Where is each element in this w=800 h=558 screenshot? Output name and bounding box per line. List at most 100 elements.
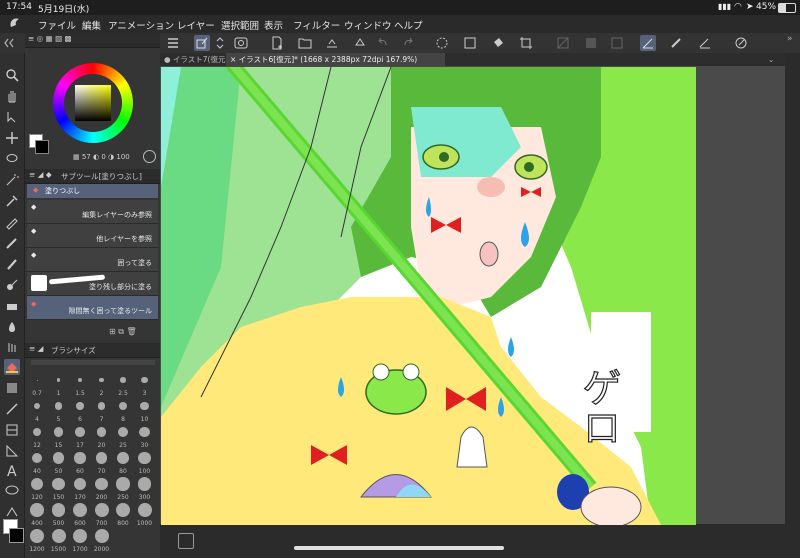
delete-subtool-icon[interactable]: 🗑 xyxy=(127,327,137,336)
panel-sub-color[interactable] xyxy=(35,140,49,154)
subtool-item-edit-layer-only[interactable]: ◆ 編集レイヤーのみ参照 xyxy=(27,200,158,224)
eraser-icon[interactable] xyxy=(4,298,20,314)
fill-icon[interactable] xyxy=(490,35,506,51)
expand-right-panel-icon[interactable]: » xyxy=(787,34,793,44)
brush-size-preset[interactable]: 15 xyxy=(49,425,69,449)
brush-size-preset[interactable]: 30 xyxy=(135,425,155,449)
brush-size-preset[interactable]: 700 xyxy=(92,503,112,527)
menu-view[interactable]: 表示 xyxy=(264,18,283,32)
color-settings-icon[interactable] xyxy=(143,150,156,163)
gradient-tool-icon[interactable] xyxy=(4,380,20,396)
eyedropper-icon[interactable] xyxy=(4,193,20,209)
frame-tool-icon[interactable] xyxy=(4,422,20,438)
brush-size-preset[interactable]: 5 xyxy=(49,399,69,423)
menu-layer[interactable]: レイヤー xyxy=(177,18,215,32)
brush-size-preset[interactable]: 4 xyxy=(27,399,47,423)
menu-help[interactable]: ヘルプ xyxy=(394,18,423,32)
brush-size-preset[interactable]: 250 xyxy=(113,477,133,501)
brush-size-preset[interactable]: 6 xyxy=(70,399,90,423)
brush-size-preset[interactable]: 150 xyxy=(49,477,69,501)
collapse-panel-icon[interactable] xyxy=(3,35,19,51)
brush-size-preset[interactable]: 200 xyxy=(92,477,112,501)
subtool-group-tab[interactable]: ◆ 塗りつぶし xyxy=(27,184,158,198)
brush-size-preset[interactable]: 20 xyxy=(92,425,112,449)
brush-size-preset[interactable]: 120 xyxy=(27,477,47,501)
blend-icon[interactable] xyxy=(4,319,20,335)
pen-mode-icon[interactable] xyxy=(640,35,656,51)
sub-color-swatch[interactable] xyxy=(9,528,24,543)
brush-size-preset[interactable]: 2 xyxy=(92,373,112,397)
eraser-mode-icon[interactable] xyxy=(697,35,713,51)
transparency-icon[interactable] xyxy=(555,35,571,51)
redo-icon[interactable] xyxy=(401,35,417,51)
fill-bucket-icon[interactable] xyxy=(4,359,20,375)
home-indicator[interactable] xyxy=(294,546,504,550)
duplicate-subtool-icon[interactable]: ⧉ xyxy=(118,327,124,336)
balloon-tool-icon[interactable] xyxy=(4,483,20,499)
undo-icon[interactable] xyxy=(374,35,390,51)
brush-size-preset[interactable]: 1.5 xyxy=(70,373,90,397)
subtool-tab-icon[interactable]: ≡ ◢ ◆ xyxy=(29,170,52,179)
magic-wand-icon[interactable] xyxy=(4,172,20,188)
airbrush-icon[interactable] xyxy=(4,277,20,293)
panel-tabs-icon[interactable]: ≡ ◎ ▦ ▧ ▩ xyxy=(28,34,72,43)
brush-size-preset[interactable]: 1500 xyxy=(49,529,69,553)
text-tool-icon[interactable]: A xyxy=(4,462,20,478)
save-icon[interactable] xyxy=(324,35,340,51)
brush-size-preset[interactable]: 170 xyxy=(70,477,90,501)
clear-selection-icon[interactable] xyxy=(434,35,450,51)
correct-line-icon[interactable] xyxy=(4,504,20,520)
ruler-icon[interactable] xyxy=(609,35,625,51)
tab-illustration6[interactable]: × イラスト6[復元]* (1668 x 2388px 72dpi 167.9%… xyxy=(226,53,445,66)
updown-arrows-icon[interactable] xyxy=(212,35,228,51)
menu-animation[interactable]: アニメーション xyxy=(108,18,174,32)
hand-icon[interactable] xyxy=(4,88,20,104)
settings-brush-icon[interactable] xyxy=(733,35,749,51)
tab-list-chevron-icon[interactable]: ⌄ xyxy=(764,53,782,66)
menu-window[interactable]: ウィンドウ xyxy=(344,18,392,32)
color-wheel[interactable] xyxy=(53,63,133,143)
brush-size-slider[interactable] xyxy=(31,360,155,365)
ruler-tool-icon[interactable] xyxy=(4,443,20,459)
brush-size-preset[interactable]: 1000 xyxy=(135,503,155,527)
crop-icon[interactable] xyxy=(518,35,534,51)
menu-selection[interactable]: 選択範囲 xyxy=(221,18,259,32)
new-file-icon[interactable] xyxy=(269,35,285,51)
quick-access-icon[interactable] xyxy=(233,35,249,51)
brush-size-preset[interactable]: 600 xyxy=(70,503,90,527)
brush-size-preset[interactable]: 3 xyxy=(135,373,155,397)
brush-size-preset[interactable]: 7 xyxy=(92,399,112,423)
brush-size-preset[interactable]: 300 xyxy=(135,477,155,501)
export-icon[interactable] xyxy=(352,35,368,51)
subtool-item-enclose-fill[interactable]: ◆ 囲って塗る xyxy=(27,248,158,272)
open-folder-icon[interactable] xyxy=(297,35,313,51)
artwork-canvas[interactable]: ゲロ xyxy=(161,67,696,525)
brush-mode-icon[interactable] xyxy=(668,35,684,51)
brush-icon[interactable] xyxy=(4,256,20,272)
lasso-icon[interactable] xyxy=(4,151,20,167)
brush-size-preset[interactable]: 100 xyxy=(135,451,155,475)
layer-edit-icon[interactable] xyxy=(194,35,210,51)
brush-size-preset[interactable]: 50 xyxy=(49,451,69,475)
brush-size-preset[interactable]: 17 xyxy=(70,425,90,449)
move-icon[interactable] xyxy=(4,130,20,146)
brush-size-preset[interactable]: 800 xyxy=(113,503,133,527)
tab-illustration7[interactable]: ● イラスト7(復元 xyxy=(160,53,228,66)
menu-edit[interactable]: 編集 xyxy=(82,18,101,32)
brush-size-preset[interactable]: 1200 xyxy=(27,529,47,553)
line-tool-icon[interactable] xyxy=(4,401,20,417)
brush-size-preset[interactable]: 60 xyxy=(70,451,90,475)
clear-icon[interactable] xyxy=(462,35,478,51)
brush-size-preset[interactable]: 1 xyxy=(49,373,69,397)
menu-file[interactable]: ファイル xyxy=(38,18,76,32)
brush-size-preset[interactable]: 10 xyxy=(135,399,155,423)
brush-size-preset[interactable]: 40 xyxy=(27,451,47,475)
object-select-icon[interactable] xyxy=(4,109,20,125)
brush-size-preset[interactable]: 400 xyxy=(27,503,47,527)
brush-size-preset[interactable]: 8 xyxy=(113,399,133,423)
pencil-icon[interactable] xyxy=(4,235,20,251)
brush-size-preset[interactable]: 25 xyxy=(113,425,133,449)
gradient-icon[interactable] xyxy=(583,35,599,51)
brush-size-preset[interactable]: 500 xyxy=(49,503,69,527)
sv-square[interactable] xyxy=(75,85,111,121)
